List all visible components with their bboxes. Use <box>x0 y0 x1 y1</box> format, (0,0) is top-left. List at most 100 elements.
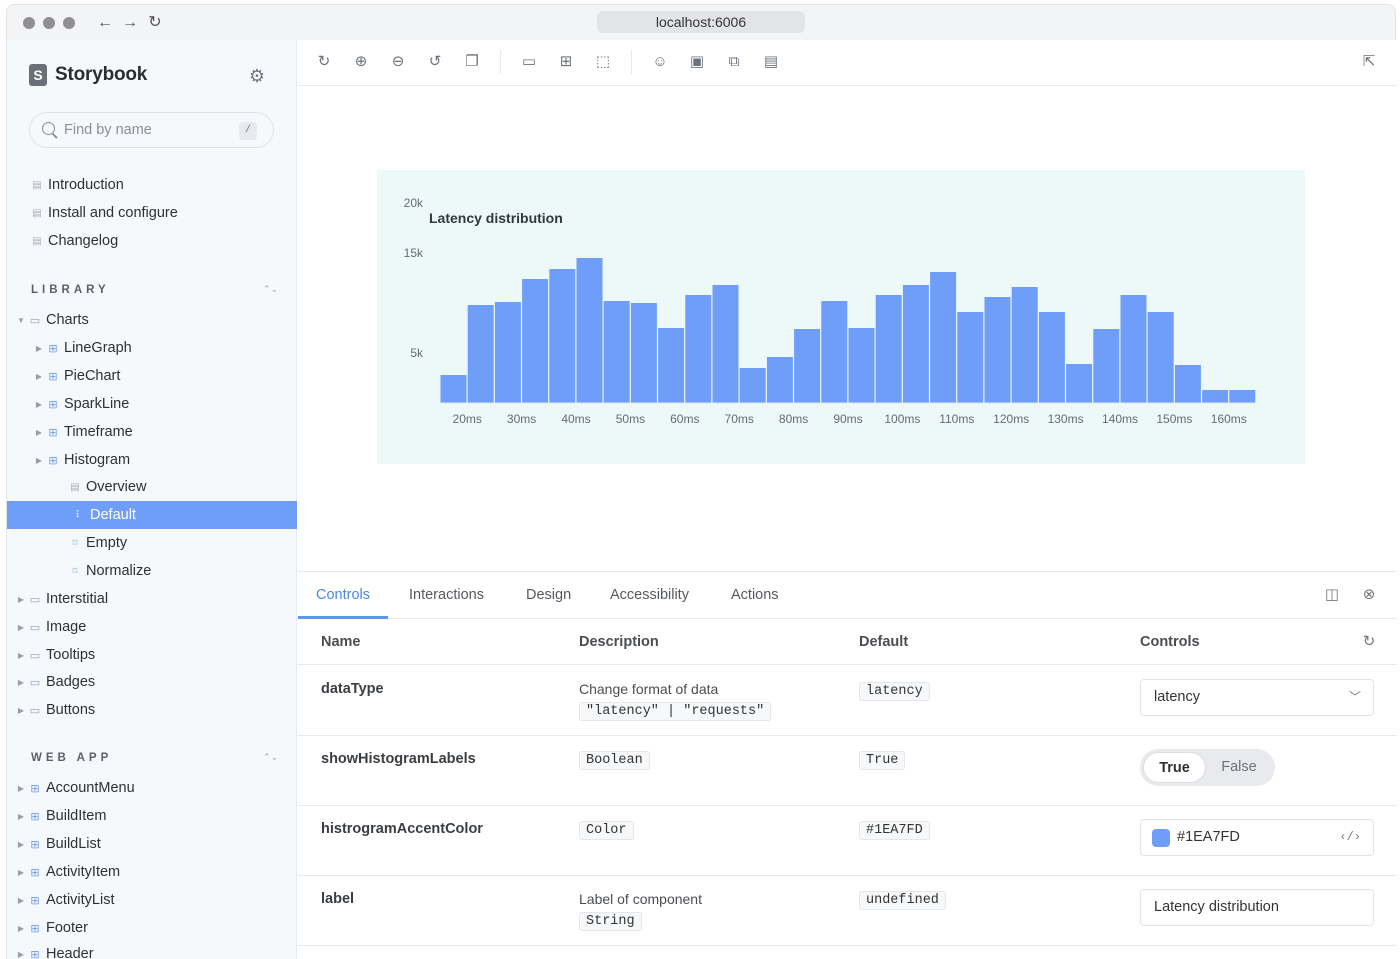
forward-arrow-icon[interactable]: → <box>119 11 141 35</box>
minimize-window-button[interactable] <box>43 17 55 29</box>
toggle-true-option[interactable]: True <box>1143 752 1206 783</box>
histogram-bar[interactable] <box>739 368 766 403</box>
group-title-library[interactable]: LIBRARY <box>31 284 110 296</box>
sidebar-item-builditem[interactable]: ▶ ⊞ BuildItem <box>15 802 107 830</box>
reset-controls-icon[interactable]: ↻ <box>1360 633 1378 651</box>
close-icon[interactable]: ⊗ <box>1360 586 1378 604</box>
sidebar-folder-image[interactable]: ▶ ▭ Image <box>15 613 86 641</box>
tab-design[interactable]: Design <box>526 572 571 619</box>
comment-icon[interactable]: ▤ <box>761 52 781 72</box>
histogram-bar[interactable] <box>848 328 875 403</box>
group-title-web-app[interactable]: WEB APP <box>31 752 112 764</box>
sidebar-item-buildlist[interactable]: ▶ ⊞ BuildList <box>15 830 101 858</box>
grid-icon[interactable]: ⊞ <box>556 52 576 72</box>
brand[interactable]: S Storybook <box>29 64 147 86</box>
sidebar-folder-tooltips[interactable]: ▶ ▭ Tooltips <box>15 641 95 669</box>
sidebar-folder-buttons[interactable]: ▶ ▭ Buttons <box>15 696 95 724</box>
histogram-bar[interactable] <box>766 357 793 403</box>
x-tick-label: 100ms <box>884 412 920 426</box>
histogram-bar[interactable] <box>930 272 957 403</box>
gear-icon[interactable]: ⚙ <box>247 66 267 86</box>
tab-interactions[interactable]: Interactions <box>409 572 484 619</box>
tab-actions[interactable]: Actions <box>731 572 779 619</box>
measure-icon[interactable]: ⧉ <box>724 52 744 72</box>
histogram-bar[interactable] <box>1120 295 1147 403</box>
sidebar-item-changelog[interactable]: ▤ Changelog <box>29 227 118 255</box>
histogram-bar[interactable] <box>821 301 848 403</box>
histogram-bar[interactable] <box>576 258 603 403</box>
histogram-bar[interactable] <box>603 301 630 403</box>
address-bar[interactable]: localhost:6006 <box>597 11 805 33</box>
boolean-toggle[interactable]: True False <box>1140 749 1275 786</box>
histogram-bar[interactable] <box>549 269 576 403</box>
histogram-bar[interactable] <box>1202 390 1229 403</box>
sidebar-item-overview[interactable]: ▤ Overview <box>67 473 146 501</box>
label-text-input[interactable]: Latency distribution <box>1140 889 1374 926</box>
histogram-bar[interactable] <box>630 303 657 403</box>
histogram-bar[interactable] <box>1038 312 1065 403</box>
sidebar-item-default[interactable]: ⠇ Default <box>7 501 297 529</box>
sidebar-item-activityitem[interactable]: ▶ ⊞ ActivityItem <box>15 858 120 886</box>
sidebar-item-linegraph[interactable]: ▶ ⊞ LineGraph <box>33 334 132 362</box>
histogram-bar[interactable] <box>957 312 984 403</box>
sidebar-item-header[interactable]: ▶ ⊞ Header <box>15 940 94 959</box>
histogram-bar[interactable] <box>1093 329 1120 403</box>
sidebar-item-accountmenu[interactable]: ▶ ⊞ AccountMenu <box>15 774 135 802</box>
sidebar-item-empty[interactable]: ⌑ Empty <box>67 529 127 557</box>
sidebar-item-normalize[interactable]: ⌑ Normalize <box>67 557 151 585</box>
histogram-bar[interactable] <box>494 302 521 403</box>
color-swatch[interactable] <box>1152 829 1170 847</box>
maximize-window-button[interactable] <box>63 17 75 29</box>
histogram-bar[interactable] <box>902 285 929 403</box>
zoom-in-icon[interactable]: ⊕ <box>351 52 371 72</box>
background-icon[interactable]: ❐ <box>462 52 482 72</box>
code-icon[interactable]: ‹/› <box>1339 820 1361 855</box>
histogram-bar[interactable] <box>685 295 712 403</box>
sidebar-item-sparkline[interactable]: ▶ ⊞ SparkLine <box>33 390 129 418</box>
viewport-icon[interactable]: ▭ <box>519 52 539 72</box>
search-input[interactable] <box>64 120 234 140</box>
histogram-bar[interactable] <box>1066 364 1093 403</box>
outline-icon[interactable]: ⬚ <box>593 52 613 72</box>
chevron-right-icon: ▶ <box>17 839 25 849</box>
histogram-bar[interactable] <box>440 375 467 403</box>
panel-layout-icon[interactable]: ◫ <box>1323 586 1341 604</box>
reload-icon[interactable]: ↻ <box>314 52 334 72</box>
color-picker[interactable]: #1EA7FD ‹/› <box>1140 819 1374 856</box>
accessibility-icon[interactable]: ☺ <box>650 52 670 72</box>
zoom-reset-icon[interactable]: ↺ <box>425 52 445 72</box>
zoom-out-icon[interactable]: ⊖ <box>388 52 408 72</box>
histogram-bar[interactable] <box>794 329 821 403</box>
sidebar-folder-charts[interactable]: ▼ ▭ Charts <box>15 306 89 334</box>
sidebar-item-histogram[interactable]: ▶ ⊞ Histogram <box>33 446 130 474</box>
sidebar-item-introduction[interactable]: ▤ Introduction <box>29 171 124 199</box>
expand-collapse-icon[interactable]: ⌃⌄ <box>263 752 278 763</box>
image-icon[interactable]: ▣ <box>687 52 707 72</box>
histogram-bar[interactable] <box>712 285 739 403</box>
tab-controls[interactable]: Controls <box>298 572 388 619</box>
sidebar-folder-interstitial[interactable]: ▶ ▭ Interstitial <box>15 585 108 613</box>
histogram-bar[interactable] <box>467 305 494 403</box>
histogram-bar[interactable] <box>1147 312 1174 403</box>
sidebar-item-timeframe[interactable]: ▶ ⊞ Timeframe <box>33 418 133 446</box>
sidebar-item-footer[interactable]: ▶ ⊞ Footer <box>15 914 88 942</box>
external-link-icon[interactable]: ⇱ <box>1359 52 1379 72</box>
reload-page-icon[interactable]: ↻ <box>144 11 166 35</box>
histogram-bar[interactable] <box>522 279 549 403</box>
histogram-bar[interactable] <box>984 297 1011 403</box>
datatype-select[interactable]: latency ﹀ <box>1140 679 1374 716</box>
toggle-false-option[interactable]: False <box>1208 752 1270 783</box>
histogram-bar[interactable] <box>1229 390 1256 403</box>
histogram-bar[interactable] <box>1011 287 1038 403</box>
tab-accessibility[interactable]: Accessibility <box>610 572 689 619</box>
histogram-bar[interactable] <box>875 295 902 403</box>
sidebar-folder-badges[interactable]: ▶ ▭ Badges <box>15 668 95 696</box>
close-window-button[interactable] <box>23 17 35 29</box>
sidebar-item-piechart[interactable]: ▶ ⊞ PieChart <box>33 362 121 390</box>
sidebar-item-install[interactable]: ▤ Install and configure <box>29 199 178 227</box>
histogram-bar[interactable] <box>1174 365 1201 403</box>
histogram-bar[interactable] <box>658 328 685 403</box>
sidebar-item-activitylist[interactable]: ▶ ⊞ ActivityList <box>15 886 115 914</box>
back-arrow-icon[interactable]: ← <box>94 11 116 35</box>
expand-collapse-icon[interactable]: ⌃⌄ <box>263 284 278 295</box>
